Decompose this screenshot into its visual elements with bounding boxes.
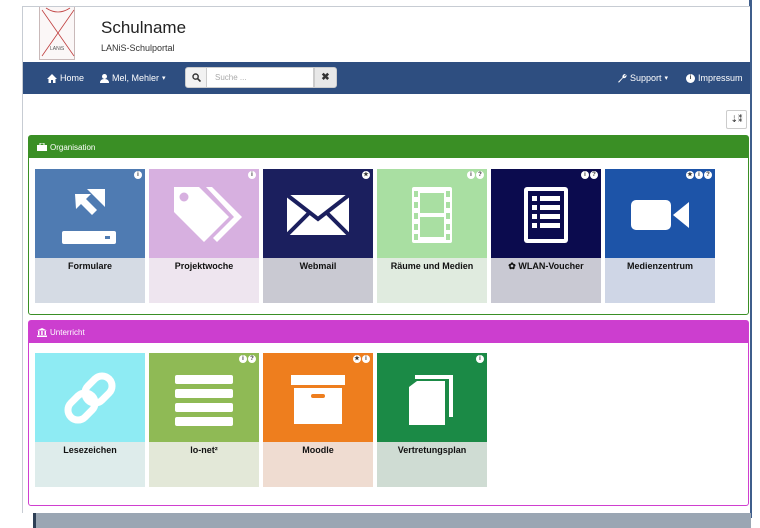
tile-formulare-badges: i — [134, 171, 142, 179]
search-icon — [191, 73, 201, 82]
nav-support-menu[interactable]: Support ▾ — [617, 62, 668, 94]
page: LANiS Schulname LANiS-Schulportal Home M… — [22, 6, 750, 513]
star-icon[interactable]: ★ — [686, 171, 694, 179]
tile-raeume-badges: i ? — [467, 171, 484, 179]
home-icon — [47, 73, 57, 83]
tile-lesezeichen[interactable]: Lesezeichen — [35, 353, 145, 487]
tile-moodle-badges: ★ i — [353, 355, 370, 363]
school-logo[interactable]: LANiS — [39, 7, 75, 60]
search-input[interactable]: Suche ... — [207, 67, 314, 88]
panel-organisation-header[interactable]: Organisation — [29, 136, 748, 158]
link-icon — [64, 372, 116, 424]
help-icon[interactable]: ? — [704, 171, 712, 179]
info-icon[interactable]: i — [581, 171, 589, 179]
tile-projektwoche-badges: i — [248, 171, 256, 179]
tile-webmail-badges: ★ — [362, 171, 370, 179]
tile-lesezeichen-label: Lesezeichen — [63, 445, 117, 455]
info-icon[interactable]: i — [695, 171, 703, 179]
navbar: Home Mel, Mehler ▾ Suche ... ✖ Support ▾… — [23, 62, 750, 94]
copy-icon — [409, 375, 453, 425]
user-icon — [100, 73, 109, 83]
sort-icon: ⇣⁑ — [730, 114, 743, 124]
search-clear-button[interactable]: ✖ — [314, 67, 337, 88]
info-icon[interactable]: i — [467, 171, 475, 179]
caret-down-icon: ▾ — [162, 75, 166, 82]
star-icon[interactable]: ★ — [353, 355, 361, 363]
site-header: LANiS Schulname LANiS-Schulportal — [23, 7, 750, 62]
tile-medienzentrum[interactable]: ★ i ? Medienzentrum — [605, 169, 715, 303]
envelope-icon — [285, 193, 351, 237]
tile-lo-net-label: lo-net² — [190, 445, 218, 455]
tile-medienzentrum-badges: ★ i ? — [686, 171, 712, 179]
logo-text: LANiS — [50, 46, 65, 52]
list-icon — [524, 187, 568, 243]
nav-impressum[interactable]: i Impressum — [686, 62, 743, 94]
tile-webmail-label: Webmail — [299, 261, 337, 271]
tile-formulare-label: Formulare — [67, 261, 112, 271]
nav-support-label: Support — [630, 73, 662, 83]
video-camera-icon — [631, 200, 689, 230]
form-upload-icon — [62, 189, 116, 244]
tile-projektwoche[interactable]: i Projektwoche — [149, 169, 259, 303]
tile-wlan-voucher[interactable]: i ? ✿ WLAN-Voucher — [491, 169, 601, 303]
search-group: Suche ... ✖ — [185, 67, 337, 88]
tile-lo-net[interactable]: i ? lo-net² — [149, 353, 259, 487]
help-icon[interactable]: ? — [590, 171, 598, 179]
star-icon[interactable]: ★ — [362, 171, 370, 179]
gear-icon: ✿ — [508, 261, 516, 271]
help-icon[interactable]: ? — [248, 355, 256, 363]
site-subtitle: LANiS-Schulportal — [101, 43, 175, 53]
tile-raeume-und-medien[interactable]: i ? Räume und Medien — [377, 169, 487, 303]
bank-icon — [37, 327, 47, 337]
tile-vertretungsplan[interactable]: i Vertretungsplan — [377, 353, 487, 487]
info-icon[interactable]: i — [248, 171, 256, 179]
tile-medienzentrum-label: Medienzentrum — [626, 261, 693, 271]
panel-unterricht: Unterricht Lesezeichen i ? lo-net² ★ i M… — [28, 320, 749, 506]
tile-lo-net-badges: i ? — [239, 355, 256, 363]
tile-webmail[interactable]: ★ Webmail — [263, 169, 373, 303]
film-icon — [412, 187, 452, 243]
tile-raeume-label: Räume und Medien — [390, 261, 474, 271]
nav-user-menu[interactable]: Mel, Mehler ▾ — [100, 62, 166, 94]
info-icon[interactable]: i — [476, 355, 484, 363]
lines-icon — [175, 375, 233, 426]
search-button[interactable] — [185, 67, 207, 88]
tile-wlan-label-text: WLAN-Voucher — [518, 261, 584, 271]
info-icon[interactable]: i — [239, 355, 247, 363]
window-frame-bottom — [33, 513, 751, 528]
nav-user-label: Mel, Mehler — [112, 73, 160, 83]
tile-wlan-label: ✿ WLAN-Voucher — [491, 261, 601, 272]
tile-moodle-label: Moodle — [302, 445, 334, 455]
close-icon: ✖ — [321, 72, 330, 83]
wrench-icon — [618, 74, 627, 83]
tile-vertretungsplan-label: Vertretungsplan — [397, 445, 467, 455]
nav-impressum-label: Impressum — [698, 73, 743, 83]
panel-unterricht-title: Unterricht — [50, 327, 85, 337]
sort-button[interactable]: ⇣⁑ — [726, 110, 747, 129]
info-icon[interactable]: i — [362, 355, 370, 363]
tile-formulare[interactable]: i Formulare — [35, 169, 145, 303]
tile-projektwoche-label: Projektwoche — [174, 261, 234, 271]
window-frame-left — [0, 0, 20, 528]
window-frame-corner — [33, 513, 36, 528]
nav-home[interactable]: Home — [47, 62, 84, 94]
site-title[interactable]: Schulname — [101, 18, 186, 38]
info-icon: i — [686, 73, 695, 83]
panel-unterricht-header[interactable]: Unterricht — [29, 321, 748, 343]
panel-organisation: Organisation i Formulare i Projektwoche … — [28, 135, 749, 315]
tile-moodle[interactable]: ★ i Moodle — [263, 353, 373, 487]
info-icon[interactable]: i — [134, 171, 142, 179]
caret-down-icon: ▾ — [664, 75, 669, 82]
panel-organisation-title: Organisation — [50, 142, 96, 152]
tile-vertretungsplan-badges: i — [476, 355, 484, 363]
tags-icon — [174, 187, 242, 242]
archive-icon — [291, 375, 345, 424]
help-icon[interactable]: ? — [476, 171, 484, 179]
briefcase-icon — [37, 143, 47, 151]
nav-home-label: Home — [60, 73, 85, 83]
tile-wlan-badges: i ? — [581, 171, 598, 179]
